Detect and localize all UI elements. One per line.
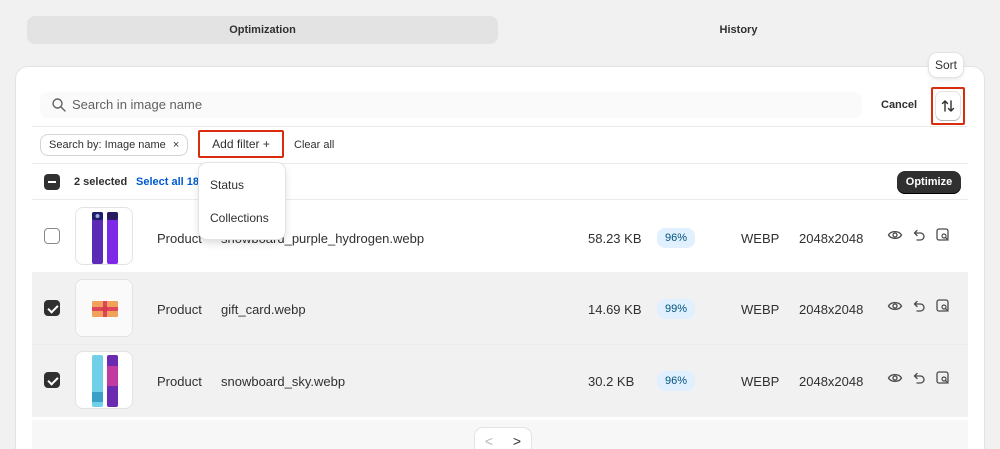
row-dimensions: 2048x2048 (799, 374, 864, 389)
sort-tooltip: Sort (929, 53, 964, 77)
row-actions (886, 226, 952, 244)
selected-count: 2 selected (74, 176, 128, 188)
tab-bar: Optimization History (27, 16, 973, 44)
eye-icon[interactable] (886, 226, 904, 244)
optimize-button[interactable]: Optimize (897, 171, 961, 194)
row-checkbox[interactable] (44, 228, 60, 244)
percent-badge: 99% (657, 299, 696, 319)
image-search-icon[interactable] (934, 369, 952, 387)
cancel-button[interactable]: Cancel (881, 97, 917, 113)
undo-icon[interactable] (910, 369, 928, 387)
percent-badge: 96% (657, 371, 696, 391)
add-filter-button[interactable]: Add filter + (198, 130, 284, 158)
row-format: WEBP (741, 231, 780, 246)
pagination: < > (475, 428, 531, 449)
tab-history[interactable]: History (503, 16, 974, 44)
eye-icon[interactable] (886, 369, 904, 387)
search-placeholder: Search in image name (72, 97, 203, 112)
search-icon (52, 98, 66, 112)
sort-button[interactable] (931, 87, 965, 125)
row-checkbox[interactable] (44, 300, 60, 316)
undo-icon[interactable] (910, 226, 928, 244)
row-filename: gift_card.webp (221, 302, 306, 317)
clear-all-button[interactable]: Clear all (294, 138, 334, 152)
row-format: WEBP (741, 302, 780, 317)
divider (32, 163, 968, 164)
image-search-icon[interactable] (934, 297, 952, 315)
undo-icon[interactable] (910, 297, 928, 315)
row-type: Product (157, 374, 202, 389)
divider (32, 126, 968, 127)
eye-icon[interactable] (886, 297, 904, 315)
row-actions (886, 369, 952, 387)
row-type: Product (157, 231, 202, 246)
filter-dropdown-menu: Status Collections (199, 163, 285, 239)
row-type: Product (157, 302, 202, 317)
image-search-icon[interactable] (934, 226, 952, 244)
row-filename: snowboard_sky.webp (221, 374, 346, 389)
filter-chip-label: Search by: Image name (49, 139, 166, 151)
row-size: 14.69 KB (588, 302, 642, 317)
row-size: 58.23 KB (588, 231, 642, 246)
product-thumbnail (75, 207, 133, 265)
close-icon[interactable]: × (173, 139, 179, 151)
product-thumbnail (75, 279, 133, 337)
row-actions (886, 297, 952, 315)
bulk-select-checkbox[interactable] (44, 174, 60, 190)
product-thumbnail (75, 351, 133, 409)
row-dimensions: 2048x2048 (799, 231, 864, 246)
row-checkbox[interactable] (44, 372, 60, 388)
select-all-link[interactable]: Select all 18 (136, 176, 199, 189)
table-row[interactable]: Product gift_card.webp 14.69 KB 99% WEBP… (32, 272, 968, 344)
row-format: WEBP (741, 374, 780, 389)
percent-badge: 96% (657, 228, 696, 248)
filter-chip-image-name[interactable]: Search by: Image name × (40, 134, 189, 156)
sort-arrows-icon (936, 92, 960, 120)
menu-item-collections[interactable]: Collections (210, 210, 269, 226)
row-size: 30.2 KB (588, 374, 635, 389)
table-row[interactable]: Product snowboard_sky.webp 30.2 KB 96% W… (32, 345, 968, 417)
menu-item-status[interactable]: Status (210, 177, 244, 193)
tab-optimization[interactable]: Optimization (27, 16, 498, 44)
previous-page-button[interactable]: < (475, 428, 503, 449)
table-row[interactable]: Product snowboard_purple_hydrogen.webp 5… (32, 200, 968, 272)
row-dimensions: 2048x2048 (799, 302, 864, 317)
next-page-button[interactable]: > (503, 428, 531, 449)
